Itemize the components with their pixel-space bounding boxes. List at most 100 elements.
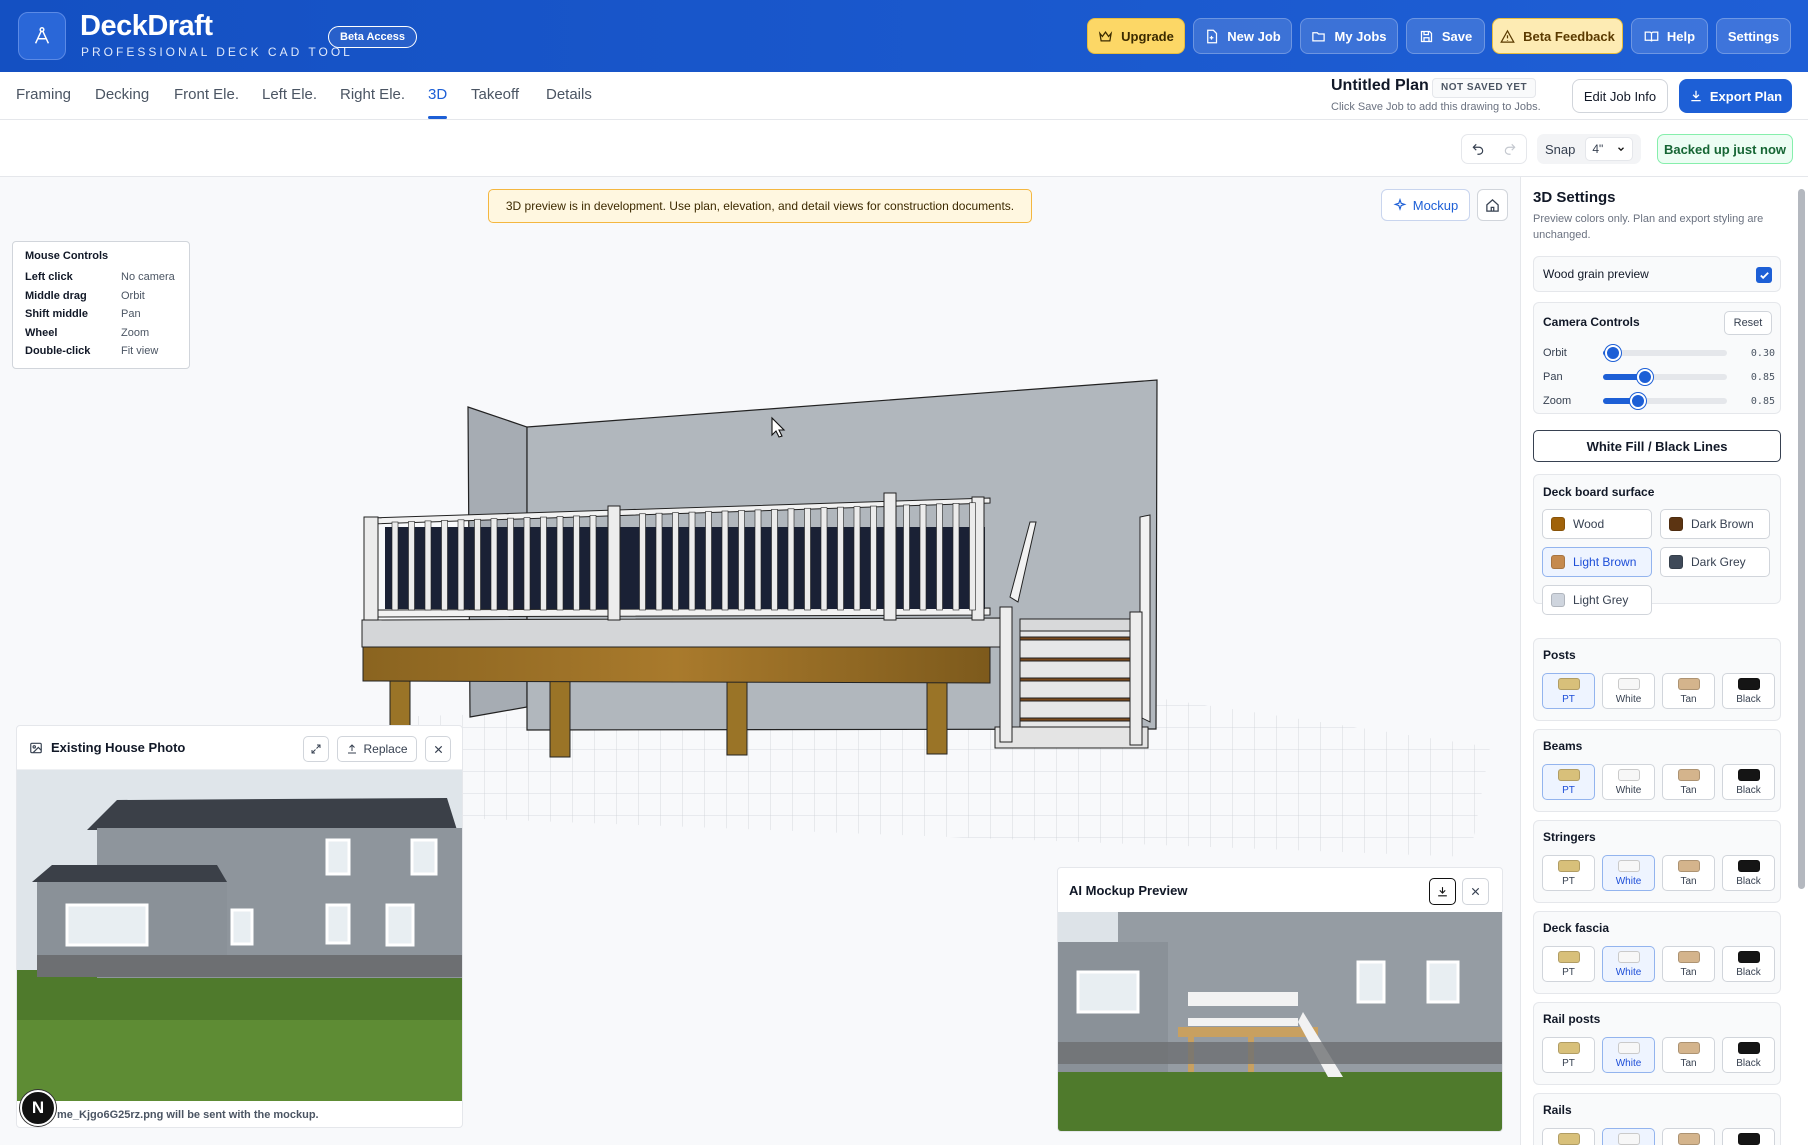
surface-option-wood[interactable]: Wood	[1542, 509, 1652, 539]
color-group-title: Stringers	[1543, 830, 1596, 844]
color-option-white[interactable]: White	[1602, 673, 1655, 709]
slider-thumb[interactable]	[1604, 345, 1621, 361]
surface-option-dark-brown[interactable]: Dark Brown	[1660, 509, 1770, 539]
download-mockup-button[interactable]	[1429, 878, 1456, 905]
color-option-white[interactable]: White	[1602, 855, 1655, 891]
color-group-title: Posts	[1543, 648, 1576, 662]
color-option-label: Tan	[1680, 785, 1697, 796]
upgrade-button[interactable]: Upgrade	[1087, 18, 1185, 54]
baluster	[705, 511, 712, 611]
beta-feedback-button[interactable]: Beta Feedback	[1492, 18, 1623, 54]
slider-thumb[interactable]	[1629, 393, 1646, 409]
mouse-control-value: Pan	[121, 308, 141, 321]
plan-save-hint: Click Save Job to add this drawing to Jo…	[1331, 101, 1541, 113]
color-option-white[interactable]: White	[1602, 1037, 1655, 1073]
white-fill-black-lines-button[interactable]: White Fill / Black Lines	[1533, 430, 1781, 462]
color-option-white[interactable]: White	[1602, 946, 1655, 982]
color-option-tan[interactable]: Tan	[1662, 1128, 1715, 1145]
surface-option-light-grey[interactable]: Light Grey	[1542, 585, 1652, 615]
color-option-black[interactable]: Black	[1722, 946, 1775, 982]
color-option-pt[interactable]: PT	[1542, 764, 1595, 800]
color-option-label: Black	[1736, 967, 1761, 978]
undo-button[interactable]	[1462, 135, 1494, 163]
tab-3d[interactable]: 3D	[428, 86, 447, 103]
color-option-black[interactable]: Black	[1722, 673, 1775, 709]
color-option-pt[interactable]: PT	[1542, 1128, 1595, 1145]
mockup-button[interactable]: Mockup	[1381, 189, 1470, 221]
color-option-pt[interactable]: PT	[1542, 1037, 1595, 1073]
wood-grain-checkbox[interactable]	[1756, 267, 1772, 283]
baluster	[952, 502, 960, 611]
color-option-tan[interactable]: Tan	[1662, 855, 1715, 891]
surface-option-dark-grey[interactable]: Dark Grey	[1660, 547, 1770, 577]
color-group-title: Deck fascia	[1543, 921, 1610, 935]
slider-label: Zoom	[1543, 395, 1572, 407]
close-photo-button[interactable]	[425, 736, 451, 762]
color-group-title: Beams	[1543, 739, 1583, 753]
wood-grain-toggle[interactable]: Wood grain preview	[1533, 256, 1781, 292]
sidebar-scrollbar[interactable]	[1796, 177, 1808, 1145]
snap-select[interactable]: 4"	[1585, 137, 1634, 161]
surface-option-light-brown[interactable]: Light Brown	[1542, 547, 1652, 577]
my-jobs-button[interactable]: My Jobs	[1300, 18, 1398, 54]
color-option-tan[interactable]: Tan	[1662, 764, 1715, 800]
color-option-tan[interactable]: Tan	[1662, 1037, 1715, 1073]
surface-option-label: Wood	[1573, 517, 1605, 531]
color-option-tan[interactable]: Tan	[1662, 673, 1715, 709]
tab-decking[interactable]: Decking	[95, 86, 149, 103]
settings-button[interactable]: Settings	[1716, 18, 1791, 54]
color-option-tan[interactable]: Tan	[1662, 946, 1715, 982]
tab-details[interactable]: Details	[546, 86, 592, 103]
color-option-white[interactable]: White	[1602, 1128, 1655, 1145]
deck-post	[726, 676, 748, 756]
mouse-control-key: Shift middle	[25, 308, 88, 321]
color-option-pt[interactable]: PT	[1542, 673, 1595, 709]
reset-view-button[interactable]	[1477, 189, 1508, 221]
redo-button[interactable]	[1494, 135, 1526, 163]
tab-front-elevation[interactable]: Front Ele.	[174, 86, 239, 103]
logo[interactable]	[18, 12, 66, 60]
baluster	[804, 507, 811, 611]
3d-viewport[interactable]: 3D preview is in development. Use plan, …	[0, 177, 1520, 1145]
help-button[interactable]: Help	[1631, 18, 1708, 54]
baluster	[490, 518, 498, 611]
mouse-control-row: Left click No camera	[25, 268, 177, 287]
slider-thumb[interactable]	[1637, 369, 1654, 385]
color-option-black[interactable]: Black	[1722, 855, 1775, 891]
mouse-control-value: No camera	[121, 271, 175, 284]
color-option-pt[interactable]: PT	[1542, 855, 1595, 891]
color-option-pt[interactable]: PT	[1542, 946, 1595, 982]
color-option-black[interactable]: Black	[1722, 1037, 1775, 1073]
scrollbar-thumb[interactable]	[1798, 189, 1805, 889]
new-job-button[interactable]: New Job	[1193, 18, 1292, 54]
save-button[interactable]: Save	[1406, 18, 1485, 54]
snap-value: 4"	[1592, 142, 1604, 156]
export-plan-button[interactable]: Export Plan	[1679, 79, 1792, 113]
close-mockup-button[interactable]	[1462, 878, 1489, 905]
slider-track[interactable]	[1603, 369, 1727, 385]
edit-job-info-button[interactable]: Edit Job Info	[1572, 79, 1668, 113]
tab-left-elevation[interactable]: Left Ele.	[262, 86, 317, 103]
nav-badge[interactable]: N	[20, 1090, 56, 1126]
camera-reset-button[interactable]: Reset	[1724, 311, 1772, 335]
color-swatch	[1551, 517, 1565, 531]
baluster	[474, 518, 481, 611]
surface-option-label: Dark Grey	[1691, 555, 1746, 569]
baluster	[391, 521, 399, 611]
slider-track[interactable]	[1603, 345, 1727, 361]
photo-upload-note: me_Kjgo6G25rz.png will be sent with the …	[57, 1109, 319, 1121]
color-option-white[interactable]: White	[1602, 764, 1655, 800]
tab-takeoff[interactable]: Takeoff	[471, 86, 519, 103]
slider-track[interactable]	[1603, 393, 1727, 409]
color-swatch	[1617, 860, 1640, 872]
tab-right-elevation[interactable]: Right Ele.	[340, 86, 405, 103]
tab-framing[interactable]: Framing	[16, 86, 71, 103]
expand-photo-button[interactable]	[303, 736, 329, 762]
color-swatch	[1669, 517, 1683, 531]
camera-controls-title: Camera Controls	[1543, 315, 1640, 329]
slider-value: 0.30	[1750, 347, 1775, 359]
replace-photo-button[interactable]: Replace	[337, 736, 417, 762]
color-option-black[interactable]: Black	[1722, 764, 1775, 800]
color-option-label: Tan	[1680, 876, 1697, 887]
color-option-black[interactable]: Black	[1722, 1128, 1775, 1145]
